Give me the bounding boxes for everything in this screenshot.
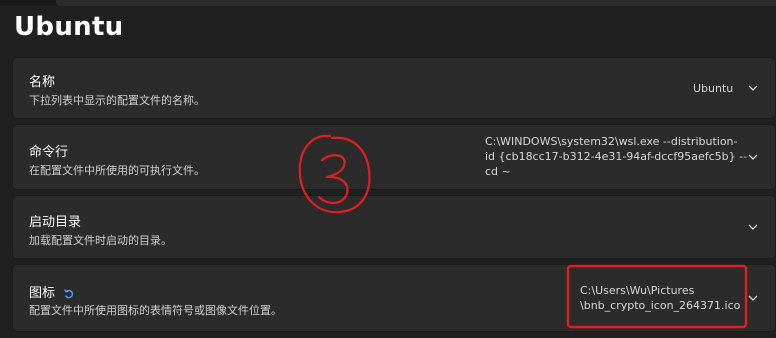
setting-card-name[interactable]: 名称 下拉列表中显示的配置文件的名称。 Ubuntu [12,57,776,119]
chevron-down-icon[interactable] [747,82,759,94]
profile-name-value: Ubuntu [693,82,734,95]
command-line-value: C:\WINDOWS\system32\wsl.exe --distributi… [485,134,747,179]
command-line-value-line: id {cb18cc17-b312-4e31-94af-dccf95aefc5b… [485,150,748,163]
icon-path-value-line: C:\Users\Wu\Pictures [580,284,695,297]
setting-card-icon[interactable]: 图标 配置文件中所使用图标的表情符号或图像文件位置。 C:\Users\Wu\P… [12,264,776,332]
settings-page: Ubuntu 名称 下拉列表中显示的配置文件的名称。 Ubuntu 命令行 在配… [0,0,776,338]
setting-label: 图标 [29,286,56,301]
icon-path-value: C:\Users\Wu\Pictures \bnb_crypto_icon_26… [580,283,740,313]
setting-label: 命令行 [29,145,69,160]
setting-label: 启动目录 [29,215,82,230]
chevron-down-icon[interactable] [747,292,759,304]
setting-description: 下拉列表中显示的配置文件的名称。 [29,94,205,107]
reset-icon[interactable] [63,288,75,300]
setting-card-command-line[interactable]: 命令行 在配置文件中所使用的可执行文件。 C:\WINDOWS\system32… [12,124,776,190]
chevron-down-icon[interactable] [747,151,759,163]
chevron-down-icon[interactable] [747,221,759,233]
setting-card-starting-directory[interactable]: 启动目录 加载配置文件时启动的目录。 [12,195,776,259]
setting-label: 名称 [29,75,56,90]
setting-description: 在配置文件中所使用的可执行文件。 [29,164,205,177]
command-line-value-line: cd ~ [485,165,511,178]
title-bar [0,0,776,6]
icon-path-value-line: \bnb_crypto_icon_264371.ico [580,299,741,312]
setting-label-row: 图标 [29,282,75,301]
title-bar-tab [56,0,776,6]
setting-description: 加载配置文件时启动的目录。 [29,234,172,247]
setting-description: 配置文件中所使用图标的表情符号或图像文件位置。 [29,304,282,317]
command-line-value-line: C:\WINDOWS\system32\wsl.exe --distributi… [485,135,738,148]
page-title: Ubuntu [14,12,124,42]
